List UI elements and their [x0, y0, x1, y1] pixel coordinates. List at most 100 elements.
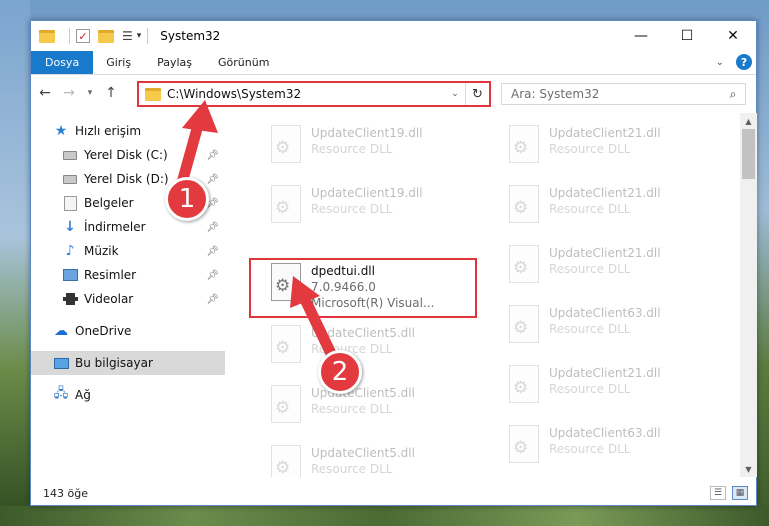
sidebar-item-label: Yerel Disk (D:) [84, 172, 169, 186]
dll-file-icon [509, 125, 539, 163]
close-button[interactable]: ✕ [710, 21, 756, 51]
file-explorer-window: ✓ ☰ ▾ System32 — ☐ ✕ Dosya Giriş Paylaş … [30, 20, 757, 506]
customize-icon[interactable]: ☰ [122, 29, 133, 43]
address-dropdown-icon[interactable]: ⌄ [445, 89, 465, 99]
file-item[interactable]: UpdateClient21.dll Resource DLL [487, 357, 715, 413]
pin-icon[interactable]: 📌︎ [206, 294, 219, 305]
drive-icon [63, 150, 77, 160]
file-list: UpdateClient19.dll Resource DLL UpdateCl… [231, 113, 741, 477]
file-name: UpdateClient5.dll [311, 326, 415, 340]
navigation-pane: ★ Hızlı erişim Yerel Disk (C:) 📌︎ Yerel … [31, 113, 225, 477]
file-name: UpdateClient63.dll [549, 306, 661, 320]
pin-icon[interactable]: 📌︎ [206, 270, 219, 281]
tab-view[interactable]: Görünüm [205, 51, 282, 74]
dll-file-icon [271, 385, 301, 423]
tab-file[interactable]: Dosya [31, 51, 94, 74]
scroll-down-icon[interactable]: ▼ [740, 461, 757, 477]
film-icon [62, 293, 78, 305]
recent-locations-button[interactable]: ▾ [83, 82, 97, 104]
file-name: UpdateClient19.dll [311, 186, 423, 200]
minimize-button[interactable]: — [618, 21, 664, 51]
pin-icon[interactable]: 📌︎ [206, 150, 219, 161]
music-note-icon: ♪ [65, 243, 75, 259]
pin-icon[interactable]: 📌︎ [206, 246, 219, 257]
file-name: UpdateClient21.dll [549, 366, 661, 380]
sidebar-item-pictures[interactable]: Resimler 📌︎ [31, 263, 225, 287]
cloud-icon: ☁ [54, 323, 68, 339]
download-arrow-icon: ↓ [64, 219, 76, 235]
dll-file-icon [509, 185, 539, 223]
tab-share[interactable]: Paylaş [144, 51, 205, 74]
network-icon: 🖧︎ [53, 386, 69, 401]
file-item[interactable]: UpdateClient19.dll Resource DLL [249, 117, 477, 173]
forward-button[interactable]: → [59, 82, 79, 104]
back-button[interactable]: ← [35, 82, 55, 104]
sidebar-item-network[interactable]: 🖧︎ Ağ [31, 383, 225, 407]
sidebar-item-quick-access[interactable]: ★ Hızlı erişim [31, 119, 225, 143]
file-name: UpdateClient21.dll [549, 126, 661, 140]
separator [147, 28, 149, 44]
chevron-down-icon[interactable]: ▾ [137, 31, 142, 41]
ribbon-right-controls: ⌄ ? [716, 54, 752, 70]
file-item[interactable]: UpdateClient63.dll Resource DLL [487, 417, 715, 473]
properties-check-icon[interactable]: ✓ [76, 29, 90, 43]
sidebar-item-label: Hızlı erişim [75, 124, 142, 138]
step-badge-2: 2 [318, 350, 362, 394]
file-item[interactable]: UpdateClient5.dll Resource DLL [249, 377, 477, 433]
refresh-icon[interactable]: ↻ [465, 83, 489, 105]
desktop-background [0, 0, 30, 526]
expand-ribbon-icon[interactable]: ⌄ [716, 57, 724, 68]
sidebar-item-label: Videolar [84, 292, 134, 306]
file-description: Resource DLL [549, 202, 631, 216]
dll-file-icon [271, 445, 301, 477]
dll-file-icon [271, 125, 301, 163]
pin-icon[interactable]: 📌︎ [206, 222, 219, 233]
file-name: UpdateClient19.dll [311, 126, 423, 140]
sidebar-item-onedrive[interactable]: ☁ OneDrive [31, 319, 225, 343]
sidebar-item-local-disk-c[interactable]: Yerel Disk (C:) 📌︎ [31, 143, 225, 167]
help-icon[interactable]: ? [736, 54, 752, 70]
file-name: UpdateClient21.dll [549, 246, 661, 260]
file-item[interactable]: UpdateClient21.dll Resource DLL [487, 117, 715, 173]
file-name: UpdateClient63.dll [549, 426, 661, 440]
file-item[interactable]: UpdateClient21.dll Resource DLL [487, 237, 715, 293]
drive-icon [63, 174, 77, 184]
desktop-background-bottom [0, 506, 769, 526]
vertical-scrollbar[interactable]: ▲ ▼ [740, 113, 757, 477]
new-folder-icon[interactable] [98, 29, 114, 43]
sidebar-item-videos[interactable]: Videolar 📌︎ [31, 287, 225, 311]
large-icons-view-icon[interactable]: ▦ [732, 486, 748, 500]
search-box[interactable]: Ara: System32 ⌕ [501, 83, 746, 105]
sidebar-item-this-pc[interactable]: Bu bilgisayar [31, 351, 225, 375]
file-item[interactable]: UpdateClient5.dll Resource DLL [249, 317, 477, 373]
details-view-icon[interactable]: ☰ [710, 486, 726, 500]
file-item[interactable]: UpdateClient5.dll Resource DLL [249, 437, 477, 477]
window-controls: — ☐ ✕ [618, 21, 756, 51]
star-icon: ★ [54, 123, 68, 139]
search-input[interactable]: Ara: System32 [511, 87, 721, 101]
maximize-button[interactable]: ☐ [664, 21, 710, 51]
file-name: UpdateClient21.dll [549, 186, 661, 200]
file-item[interactable]: UpdateClient21.dll Resource DLL [487, 177, 715, 233]
up-button[interactable]: ↑ [101, 82, 121, 104]
address-bar[interactable]: C:\Windows\System32 ⌄ ↻ [137, 81, 491, 107]
tab-home[interactable]: Giriş [93, 51, 144, 74]
scroll-up-icon[interactable]: ▲ [740, 113, 757, 129]
pin-icon[interactable]: 📌︎ [206, 174, 219, 185]
file-item[interactable]: UpdateClient63.dll Resource DLL [487, 297, 715, 353]
file-description: Resource DLL [311, 202, 393, 216]
dll-file-icon [271, 185, 301, 223]
sidebar-item-label: Müzik [84, 244, 119, 258]
file-item[interactable]: UpdateClient19.dll Resource DLL [249, 177, 477, 233]
address-text[interactable]: C:\Windows\System32 [167, 87, 445, 101]
sidebar-item-label: Bu bilgisayar [75, 356, 153, 370]
pictures-icon [62, 269, 78, 281]
scroll-thumb[interactable] [742, 129, 755, 179]
file-description: Resource DLL [549, 262, 631, 276]
folder-icon [39, 29, 55, 43]
search-icon[interactable]: ⌕ [721, 87, 745, 102]
navigation-bar: ← → ▾ ↑ C:\Windows\System32 ⌄ ↻ Ara: Sys… [31, 76, 756, 110]
sidebar-item-music[interactable]: ♪ Müzik 📌︎ [31, 239, 225, 263]
status-bar: 143 öğe ☰ ▦ [31, 481, 756, 505]
window-title: System32 [160, 29, 221, 43]
